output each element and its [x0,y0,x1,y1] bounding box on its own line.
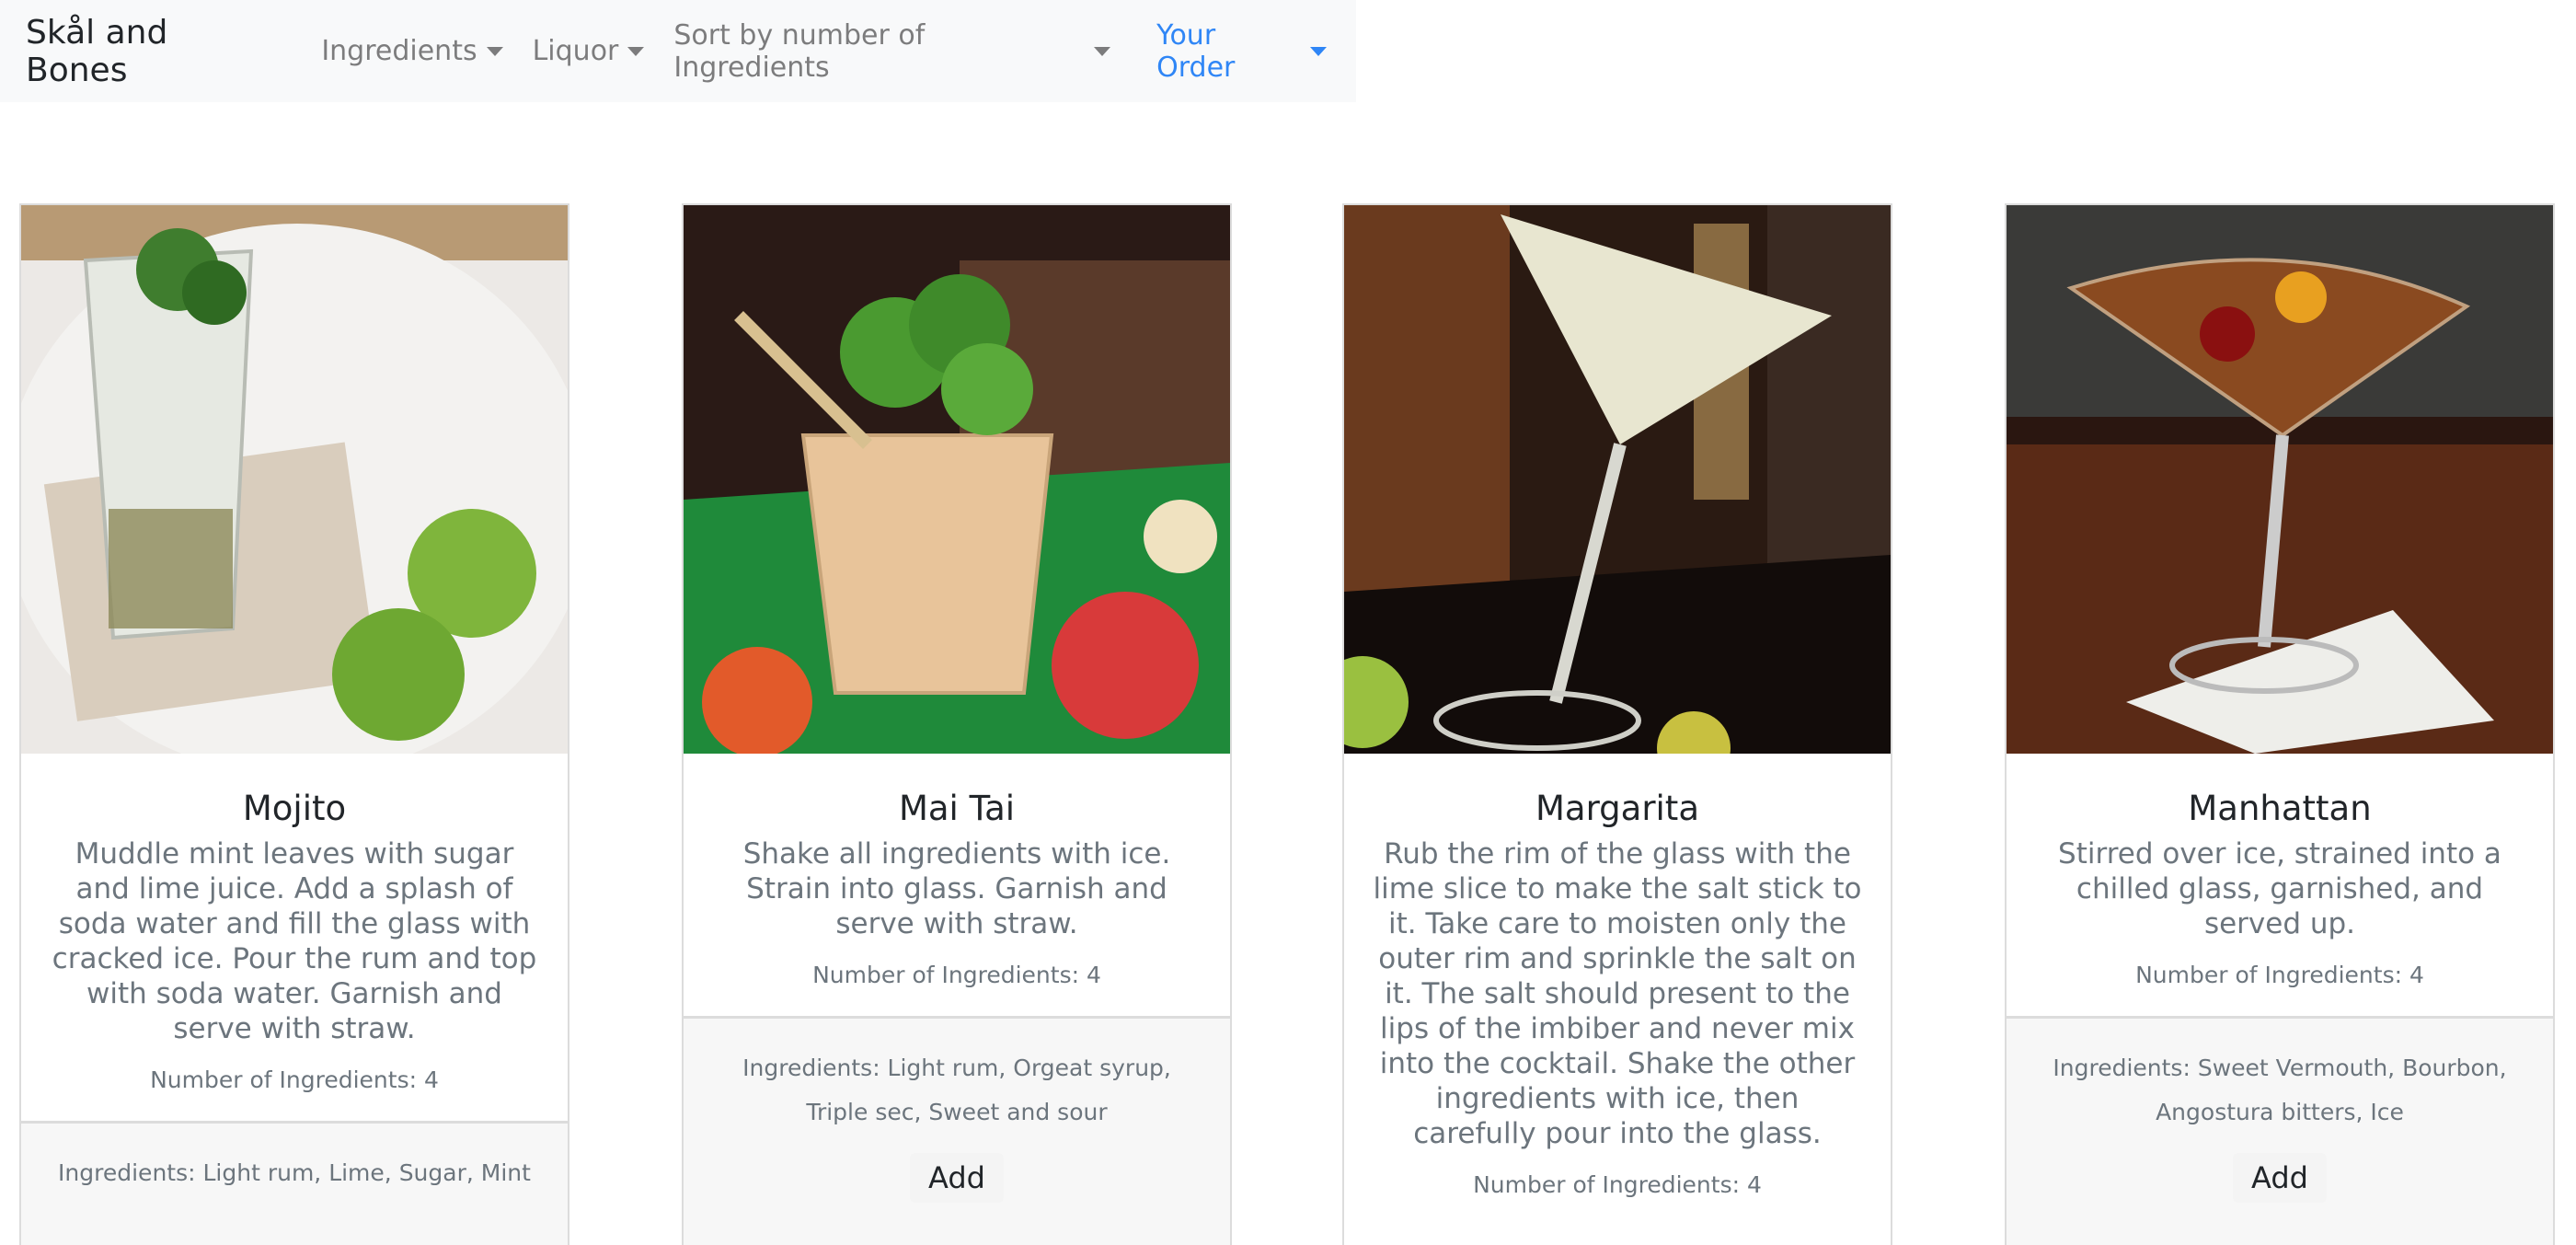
nav-liquor-dropdown[interactable]: Liquor [533,35,645,67]
nav-label: Sort by number of Ingredients [673,18,926,84]
nav-label: Your Order [1156,18,1236,84]
add-button[interactable]: Add [910,1153,1004,1203]
ingredients-list: Ingredients: Light rum, Orgeat syrup, Tr… [742,1055,1171,1125]
card-title: Margarita [1535,789,1699,828]
card-description: Muddle mint leaves with sugar and lime j… [52,837,537,1045]
caret-down-icon [1310,46,1327,56]
add-button[interactable]: Add [2233,1153,2327,1203]
card-footer: Ingredients: Sweet Vermouth, Bourbon, An… [2007,1016,2553,1245]
cocktail-card-mojito: Mojito Muddle mint leaves with sugar and… [19,203,569,1245]
mojito-image [21,205,568,754]
nav-sort-dropdown[interactable]: Sort by number of Ingredients [673,18,1111,84]
cocktail-card-mai-tai: Mai Tai Shake all ingredients with ice. … [682,203,1232,1245]
nav-ingredients-dropdown[interactable]: Ingredients [321,35,503,67]
ingredient-count: Number of Ingredients: 4 [812,962,1101,988]
card-description: Rub the rim of the glass with the lime s… [1373,837,1862,1150]
card-title: Mojito [242,789,347,828]
ingredients-list: Ingredients: Sweet Vermouth, Bourbon, An… [2053,1055,2507,1125]
nav-your-order-dropdown[interactable]: Your Order [1156,19,1327,84]
card-footer: Ingredients: Light rum, Orgeat syrup, Tr… [684,1016,1230,1245]
ingredient-count: Number of Ingredients: 4 [2135,962,2424,988]
cocktail-card-manhattan: Manhattan Stirred over ice, strained int… [2005,203,2555,1245]
navbar: Skål and Bones Ingredients Liquor Sort b… [0,0,1356,102]
caret-down-icon [627,46,645,56]
card-description: Stirred over ice, strained into a chille… [2058,837,2501,940]
brand-link[interactable]: Skål and Bones [26,14,277,89]
ingredient-count: Number of Ingredients: 4 [150,1066,439,1093]
card-description: Shake all ingredients with ice. Strain i… [742,837,1171,940]
ingredient-count: Number of Ingredients: 4 [1473,1171,1762,1198]
card-title: Mai Tai [898,789,1016,828]
mai-tai-image [684,205,1230,754]
nav-label: Liquor [532,35,619,67]
manhattan-image [2007,205,2553,754]
caret-down-icon [1094,46,1111,56]
cocktail-card-margarita: Margarita Rub the rim of the glass with … [1342,203,1892,1245]
ingredients-list: Ingredients: Light rum, Lime, Sugar, Min… [58,1159,531,1186]
card-footer: Ingredients: Light rum, Lime, Sugar, Min… [21,1121,568,1245]
margarita-image [1344,205,1891,754]
card-title: Manhattan [2188,789,2372,828]
nav-label: Ingredients [321,35,477,67]
caret-down-icon [486,46,503,56]
